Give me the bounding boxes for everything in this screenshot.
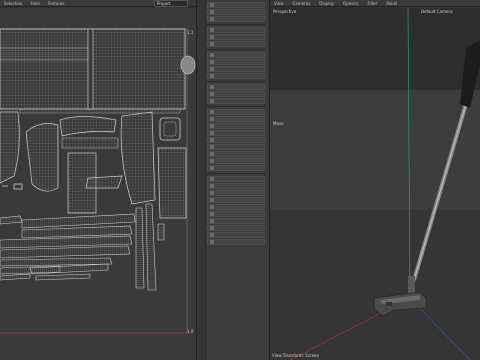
viewport-panel: View Cameras Display Options Filter Pane…	[270, 0, 480, 360]
tool-icon	[210, 226, 214, 230]
tool-icon	[210, 219, 214, 223]
tool-button[interactable]	[207, 109, 265, 115]
tool-icon	[210, 152, 214, 156]
viewport-move-label: Move	[273, 121, 284, 126]
uv-menu-field[interactable]: Field	[26, 1, 43, 6]
tool-button[interactable]	[207, 9, 265, 15]
tool-button[interactable]	[207, 130, 265, 136]
tool-icon	[210, 110, 214, 114]
tool-button[interactable]	[207, 41, 265, 47]
viewport-menu-panel[interactable]: Panel	[382, 1, 402, 6]
tool-button[interactable]	[207, 190, 265, 196]
viewport-menubar: View Cameras Display Options Filter Pane…	[270, 0, 480, 7]
tool-button[interactable]	[207, 183, 265, 189]
uv-menu-selection[interactable]: Selection	[0, 1, 26, 6]
uv-mode-dropdown[interactable]: Project	[154, 0, 188, 7]
tool-icon	[210, 177, 214, 181]
tool-icon	[210, 53, 214, 57]
tool-button[interactable]	[207, 2, 265, 8]
viewport-menu-filter[interactable]: Filter	[363, 1, 382, 6]
tool-icon	[210, 74, 214, 78]
tool-icon	[210, 3, 214, 7]
uv-corner-label-bottom: 1,0	[187, 329, 194, 334]
tool-button[interactable]	[207, 59, 265, 65]
tool-icon	[210, 10, 214, 14]
tool-button[interactable]	[207, 123, 265, 129]
tool-icon	[210, 35, 214, 39]
tool-icon	[210, 92, 214, 96]
tool-icon	[210, 184, 214, 188]
tool-button[interactable]	[207, 211, 265, 217]
tool-icon	[210, 205, 214, 209]
tool-icon	[210, 60, 214, 64]
tool-icon	[210, 124, 214, 128]
tool-icon	[210, 166, 214, 170]
uv-canvas[interactable]: 1,1 1,0	[0, 8, 196, 360]
tool-icon	[210, 198, 214, 202]
tool-button[interactable]	[207, 232, 265, 238]
uv-menu-textures[interactable]: Textures	[44, 1, 69, 6]
tool-button[interactable]	[207, 34, 265, 40]
uv-mode-value: Project	[157, 1, 171, 6]
tool-icon	[210, 138, 214, 142]
viewport-view-name: Perspective	[273, 9, 297, 14]
app-window: Selection Field Textures Project 1,1 1,0…	[0, 0, 480, 360]
viewport-menu-cameras[interactable]: Cameras	[289, 1, 316, 6]
tool-icon	[210, 145, 214, 149]
tool-icon	[210, 17, 214, 21]
uv-editor-panel: Selection Field Textures Project 1,1 1,0	[0, 0, 196, 360]
tool-button[interactable]	[207, 197, 265, 203]
tool-sidebar-strip	[197, 0, 206, 360]
tool-icon	[210, 159, 214, 163]
tool-icon	[210, 42, 214, 46]
tool-icon	[210, 67, 214, 71]
tool-button[interactable]	[207, 66, 265, 72]
viewport-canvas[interactable]	[270, 7, 480, 360]
uv-tools-column	[196, 0, 270, 360]
tool-icon	[210, 85, 214, 89]
tools-divider	[207, 49, 265, 50]
viewport-menu-view[interactable]: View	[270, 1, 289, 6]
uv-corner-label-top: 1,1	[187, 30, 194, 35]
viewport-scene	[270, 7, 480, 360]
tool-icon	[210, 212, 214, 216]
tool-button[interactable]	[207, 16, 265, 22]
uv-wireframe: 1,1 1,0	[0, 28, 196, 334]
tool-button[interactable]	[207, 176, 265, 182]
tool-button[interactable]	[207, 73, 265, 79]
tools-divider	[207, 24, 265, 25]
tool-icon	[210, 99, 214, 103]
tool-button[interactable]	[207, 144, 265, 150]
tool-icon	[210, 131, 214, 135]
tool-button[interactable]	[207, 218, 265, 224]
tool-button[interactable]	[207, 116, 265, 122]
tool-icon	[210, 28, 214, 32]
tool-button[interactable]	[207, 151, 265, 157]
tool-icon	[210, 240, 214, 244]
tools-divider	[207, 106, 265, 107]
putter-head-slot	[386, 302, 392, 306]
viewport-menu-options[interactable]: Options	[339, 1, 363, 6]
tool-icon	[210, 191, 214, 195]
tool-button[interactable]	[207, 225, 265, 231]
tool-button[interactable]	[207, 158, 265, 164]
tool-button[interactable]	[207, 98, 265, 104]
tool-icon	[210, 233, 214, 237]
putter-hosel	[408, 276, 415, 294]
tool-button[interactable]	[207, 204, 265, 210]
tools-divider	[207, 173, 265, 174]
viewport-camera-name[interactable]: Default Camera	[421, 9, 453, 14]
viewport-menu-display[interactable]: Display	[315, 1, 339, 6]
viewport-footer: View Transform: Screen	[272, 353, 320, 358]
tool-button[interactable]	[207, 27, 265, 33]
tool-icon	[210, 117, 214, 121]
tool-button[interactable]	[207, 91, 265, 97]
tools-divider	[207, 81, 265, 82]
tool-button[interactable]	[207, 84, 265, 90]
tool-button[interactable]	[207, 239, 265, 245]
tool-button[interactable]	[207, 52, 265, 58]
tool-button[interactable]	[207, 165, 265, 171]
tool-button[interactable]	[207, 137, 265, 143]
